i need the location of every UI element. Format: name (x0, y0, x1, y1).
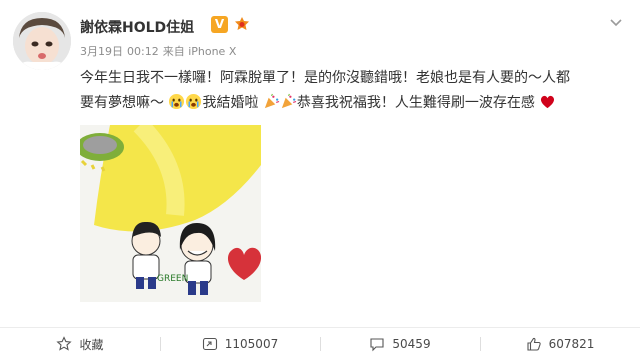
post-text-line-1: 今年生日我不一樣囉！阿霖脫單了！是的你沒聽錯哦！老娘也是有人要的～人都 (80, 70, 570, 86)
crying-emoji (186, 93, 202, 110)
post-text: 今年生日我不一樣囉！阿霖脫單了！是的你沒聽錯哦！老娘也是有人要的～人都 要有夢想… (80, 66, 620, 116)
favorite-label: 收藏 (79, 337, 104, 352)
red-heart-emoji (541, 95, 555, 109)
star-icon (56, 336, 73, 351)
comment-count: 50459 (392, 337, 431, 351)
crying-emoji (169, 93, 185, 110)
repost-count: 1105007 (224, 337, 279, 351)
action-bar: 收藏 1105007 50459 607821 (0, 327, 640, 360)
thumbs-up-icon (527, 337, 541, 351)
comment-icon (370, 338, 384, 352)
like-button[interactable]: 607821 (480, 328, 640, 360)
post-text-segment-a: 要有夢想嘛～ (80, 95, 164, 111)
post-photo[interactable]: GREEN (80, 125, 261, 302)
post-text-segment-b: 我結婚啦 (202, 95, 259, 111)
wedding-drawing-image: GREEN (80, 125, 261, 302)
like-count: 607821 (548, 337, 595, 351)
post-time: 00:12 (127, 45, 159, 58)
photo-caption: GREEN (157, 274, 188, 284)
post-text-line-2: 要有夢想嘛～ 我結婚啦 恭喜我祝福我！人生難得刷一波存在感 (80, 91, 620, 116)
vip-badge: V (211, 16, 228, 33)
member-badge (235, 17, 249, 30)
post-source: 来自 iPhone X (162, 45, 237, 58)
party-popper-emoji (264, 93, 280, 109)
post-text-segment-c: 恭喜我祝福我！人生難得刷一波存在感 (296, 95, 535, 111)
avatar[interactable] (13, 12, 71, 70)
avatar-image (13, 12, 71, 70)
chevron-down-icon[interactable] (608, 14, 624, 30)
favorite-button[interactable]: 收藏 (0, 328, 160, 360)
author-name[interactable]: 謝依霖HOLD住姐 (80, 17, 194, 37)
comment-button[interactable]: 50459 (320, 328, 480, 360)
repost-icon (202, 337, 217, 351)
post-meta: 3月19日 00:12 来自 iPhone X (80, 43, 240, 59)
party-popper-emoji (281, 93, 297, 109)
post-date: 3月19日 (80, 45, 123, 58)
repost-button[interactable]: 1105007 (160, 328, 320, 360)
